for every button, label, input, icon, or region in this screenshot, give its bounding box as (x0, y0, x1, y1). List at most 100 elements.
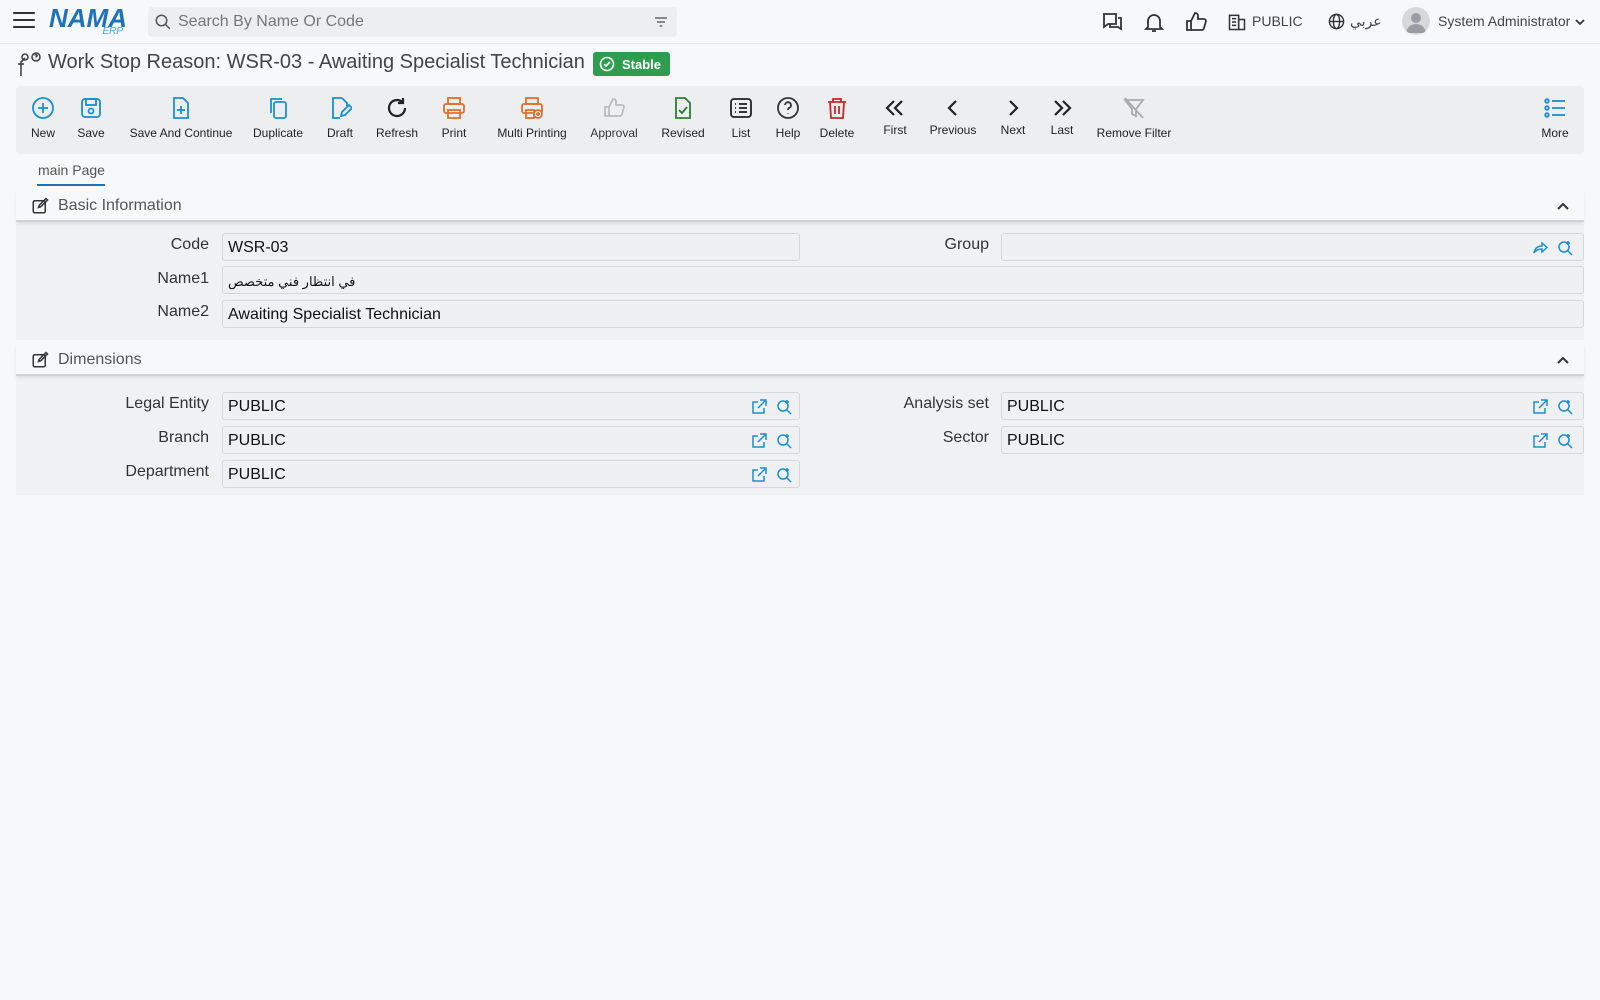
more-label: More (1541, 126, 1569, 140)
logo-subtext: ERP (102, 26, 123, 37)
check-circle-icon (599, 56, 615, 72)
last-label: Last (1050, 123, 1074, 137)
department-field[interactable]: PUBLIC (222, 460, 800, 488)
branch-value: PUBLIC (228, 432, 286, 449)
save-continue-button[interactable]: Save And Continue (128, 86, 234, 154)
draft-button[interactable]: Draft (324, 86, 356, 154)
refresh-label: Refresh (375, 126, 419, 140)
external-link-icon[interactable] (751, 433, 767, 449)
approval-icon (604, 98, 625, 117)
bell-icon[interactable] (1142, 10, 1166, 34)
draft-label: Draft (326, 126, 353, 140)
filter-off-icon (1123, 97, 1145, 119)
department-label: Department (125, 463, 209, 480)
search-plus-icon[interactable] (1557, 399, 1573, 415)
search-plus-icon[interactable] (1557, 240, 1573, 256)
revised-button[interactable]: Revised (659, 86, 707, 154)
list-button[interactable]: List (726, 86, 756, 154)
name1-value: في انتظار فني متخصص (228, 274, 356, 289)
dimensions-header[interactable]: Dimensions (16, 344, 1584, 376)
filter-icon[interactable] (653, 14, 669, 30)
work-stop-icon (18, 52, 41, 76)
branch-field[interactable]: PUBLIC (222, 426, 800, 454)
external-link-icon[interactable] (1532, 433, 1548, 449)
language-toggle[interactable]: عربي (1350, 13, 1382, 30)
name2-field[interactable]: Awaiting Specialist Technician (222, 300, 1584, 328)
copy-icon (270, 98, 287, 119)
thumbs-up-icon[interactable] (1184, 10, 1208, 34)
section-title: Dimensions (58, 351, 142, 368)
department-value: PUBLIC (228, 466, 286, 483)
save-label: Save (77, 126, 105, 140)
remove-filter-button[interactable]: Remove Filter (1094, 86, 1174, 154)
analysis-set-label: Analysis set (903, 395, 989, 412)
sector-field[interactable]: PUBLIC (1001, 426, 1584, 454)
duplicate-button[interactable]: Duplicate (253, 86, 303, 154)
share-icon[interactable] (1532, 240, 1548, 256)
dimensions-section: Dimensions Legal Entity PUBLIC Analysis … (16, 344, 1584, 495)
analysis-set-field[interactable]: PUBLIC (1001, 392, 1584, 420)
code-label: Code (170, 236, 209, 253)
toolbar: New Save Save And Continue Duplicate Dra… (16, 86, 1584, 154)
logo[interactable]: NAMA ERP (49, 4, 131, 38)
company-label[interactable]: PUBLIC (1252, 13, 1303, 29)
new-button[interactable]: New (26, 86, 60, 154)
approval-label: Approval (590, 126, 638, 140)
external-link-icon[interactable] (751, 467, 767, 483)
external-link-icon[interactable] (1532, 399, 1548, 415)
tab-main-page[interactable]: main Page (38, 162, 105, 178)
name2-value: Awaiting Specialist Technician (228, 306, 441, 323)
print-button[interactable]: Print (438, 86, 470, 154)
previous-button[interactable]: Previous (928, 86, 978, 154)
legal-entity-field[interactable]: PUBLIC (222, 392, 800, 420)
save-button[interactable]: Save (73, 86, 109, 154)
code-field[interactable]: WSR-03 (222, 233, 800, 261)
search-plus-icon[interactable] (776, 433, 792, 449)
search-plus-icon[interactable] (1557, 433, 1573, 449)
user-name[interactable]: System Administrator (1438, 13, 1570, 29)
approval-button[interactable]: Approval (589, 86, 639, 154)
delete-button[interactable]: Delete (819, 86, 855, 154)
more-button[interactable]: More (1538, 86, 1572, 154)
plus-circle-icon (32, 97, 54, 119)
name1-label: Name1 (157, 270, 209, 287)
chevron-down-icon[interactable] (1574, 16, 1586, 28)
basic-information-section: Basic Information Code WSR-03 Group Name… (16, 190, 1584, 340)
chat-icon[interactable] (1100, 10, 1124, 34)
next-label: Next (1000, 123, 1026, 137)
company-icon[interactable] (1227, 12, 1247, 32)
tab-bar: main Page (16, 156, 1584, 186)
remove-filter-label: Remove Filter (1096, 126, 1172, 140)
help-label: Help (775, 126, 801, 140)
multi-printing-label: Multi Printing (497, 126, 567, 140)
double-chevron-left-icon (885, 100, 903, 116)
name1-field[interactable]: في انتظار فني متخصص (222, 266, 1584, 294)
section-title: Basic Information (58, 197, 182, 214)
search-plus-icon[interactable] (776, 399, 792, 415)
chevron-right-icon (1009, 100, 1019, 116)
multi-printing-button[interactable]: Multi Printing (494, 86, 570, 154)
analysis-set-value: PUBLIC (1007, 398, 1065, 415)
globe-icon[interactable] (1327, 12, 1346, 31)
help-button[interactable]: Help (772, 86, 804, 154)
save-continue-label: Save And Continue (129, 126, 233, 140)
draft-icon (332, 97, 352, 119)
chevron-up-icon[interactable] (1556, 199, 1570, 213)
avatar[interactable] (1402, 7, 1430, 35)
more-list-icon (1544, 98, 1565, 118)
legal-entity-label: Legal Entity (125, 395, 209, 412)
first-button[interactable]: First (880, 86, 910, 154)
last-button[interactable]: Last (1047, 86, 1077, 154)
chevron-left-icon (947, 100, 957, 116)
next-button[interactable]: Next (997, 86, 1029, 154)
chevron-up-icon[interactable] (1556, 353, 1570, 367)
basic-information-header[interactable]: Basic Information (16, 190, 1584, 222)
external-link-icon[interactable] (751, 399, 767, 415)
group-field[interactable] (1001, 233, 1584, 261)
refresh-button[interactable]: Refresh (374, 86, 420, 154)
menu-icon[interactable] (13, 12, 35, 30)
group-label: Group (944, 236, 989, 253)
search-input[interactable] (178, 7, 638, 37)
edit-icon (32, 351, 49, 368)
search-plus-icon[interactable] (776, 467, 792, 483)
